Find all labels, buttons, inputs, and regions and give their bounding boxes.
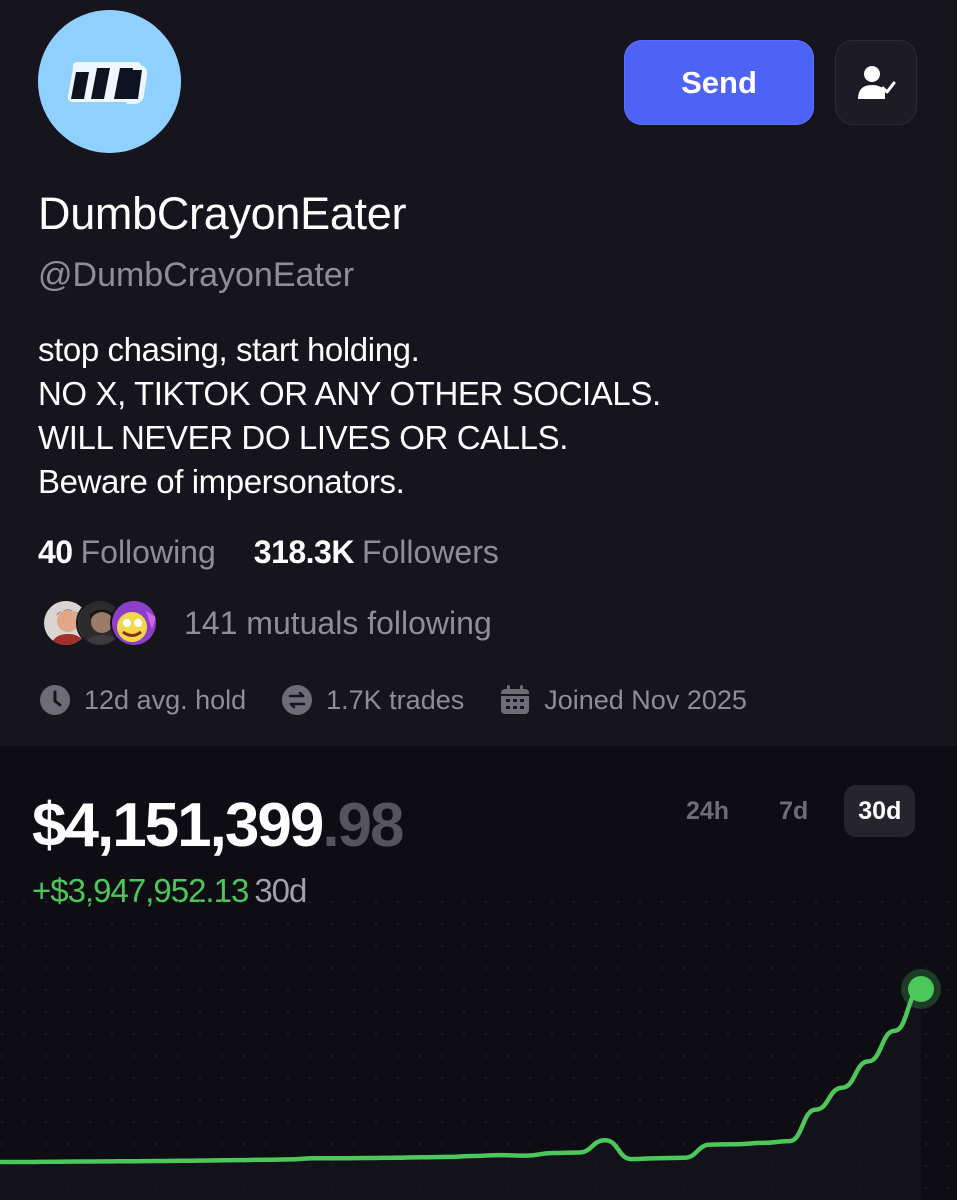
mutual-avatar xyxy=(110,599,158,647)
avg-hold-text: 12d avg. hold xyxy=(84,684,247,715)
profile-meta: 12d avg. hold 1.7K trades Joined Nov 202… xyxy=(38,678,781,722)
range-tabs: 24h 7d 30d xyxy=(650,784,916,838)
bio: stop chasing, start holding. NO X, TIKTO… xyxy=(38,328,661,504)
balance-cents: .98 xyxy=(322,791,404,860)
display-name: DumbCrayonEater xyxy=(38,188,407,239)
portfolio-balance: $4,151,399.98 xyxy=(32,790,405,861)
user-check-icon xyxy=(858,65,896,99)
calendar-icon xyxy=(498,683,532,717)
bio-line: NO X, TIKTOK OR ANY OTHER SOCIALS. xyxy=(38,375,661,412)
follow-button[interactable] xyxy=(835,40,917,125)
trades-text: 1.7K trades xyxy=(326,684,465,715)
avg-hold: 12d avg. hold xyxy=(38,683,246,717)
joined-date: Joined Nov 2025 xyxy=(498,683,747,717)
bio-line: stop chasing, start holding. xyxy=(38,331,420,368)
follow-stats: 40 Following 318.3K Followers xyxy=(38,534,499,571)
clock-icon xyxy=(38,683,72,717)
double-quote-logo-icon xyxy=(38,10,181,153)
bio-line: WILL NEVER DO LIVES OR CALLS. xyxy=(38,419,569,456)
following-link[interactable]: 40 Following xyxy=(38,534,216,571)
following-count: 40 xyxy=(38,534,73,570)
bio-line: Beware of impersonators. xyxy=(38,463,405,500)
portfolio-chart[interactable] xyxy=(0,900,957,1200)
joined-text: Joined Nov 2025 xyxy=(544,684,747,715)
mutuals-text: 141 mutuals following xyxy=(184,604,492,641)
send-button[interactable]: Send xyxy=(624,40,814,125)
profile-section: Send DumbCrayonEater @DumbCrayonEater st… xyxy=(0,0,957,746)
following-label: Following xyxy=(80,534,216,570)
swap-icon xyxy=(280,683,314,717)
username-handle: @DumbCrayonEater xyxy=(38,256,355,294)
range-tab-7d[interactable]: 7d xyxy=(765,785,822,837)
followers-count: 318.3K xyxy=(253,534,355,570)
range-tab-24h[interactable]: 24h xyxy=(672,785,743,837)
mutuals-row[interactable]: 141 mutuals following xyxy=(42,598,492,648)
followers-label: Followers xyxy=(361,534,499,570)
balance-whole: $4,151,399 xyxy=(32,791,324,860)
trades: 1.7K trades xyxy=(280,683,464,717)
followers-link[interactable]: 318.3K Followers xyxy=(254,534,499,571)
chart-end-marker xyxy=(908,976,934,1002)
avatar[interactable] xyxy=(38,10,181,153)
range-tab-30d[interactable]: 30d xyxy=(844,785,916,837)
